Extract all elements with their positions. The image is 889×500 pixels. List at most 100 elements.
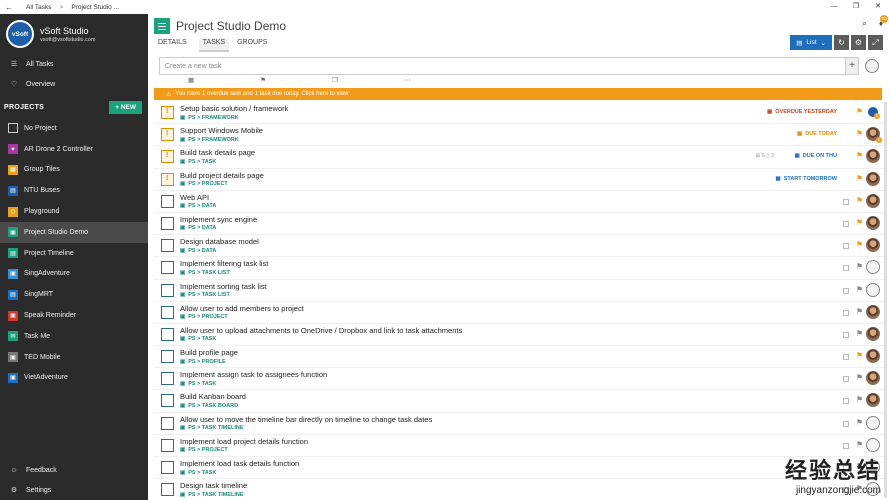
task-row[interactable]: Design database model ▣ PS > DATA ⚑ [154,235,884,258]
flag-icon[interactable]: ⚑ [856,218,863,227]
task-row[interactable]: Allow user to add members to project ▣ PS … [154,302,884,324]
assignee-avatar[interactable] [866,238,880,253]
project-item[interactable]: ▣ SingAdventure [0,264,148,285]
flag-icon[interactable]: ⚑ [856,373,863,382]
hamburger-menu-icon[interactable] [154,18,170,34]
task-row[interactable]: Design task timeline ▣ PS > TASK TIMELINE ⚑ [154,479,884,500]
task-row[interactable]: Implement sorting task list ▣ PS > TASK LI… [154,280,884,302]
assignee-avatar[interactable] [866,349,880,364]
assignee-avatar[interactable] [866,437,880,452]
task-checkbox[interactable] [161,461,174,474]
calendar-icon[interactable] [843,442,849,449]
task-checkbox[interactable] [161,283,174,297]
back-button[interactable]: ← [0,3,18,12]
tab-groups[interactable]: GROUPS [237,38,271,52]
task-row[interactable]: Build Kanban board ▣ PS > TASK BOARD ⚑ [154,390,884,413]
calendar-icon[interactable] [843,354,849,361]
flag-icon[interactable]: ⚑ [856,351,863,360]
calendar-icon[interactable] [843,309,849,316]
project-item[interactable]: ✉ Task Me [0,326,148,347]
project-item[interactable]: ▣ VietAdventure [0,368,148,389]
new-project-button[interactable]: + NEW [109,100,142,114]
flag-icon[interactable]: ⚑ [856,240,863,249]
assignee-avatar[interactable] [866,326,880,341]
close-button[interactable]: ✕ [867,0,889,14]
project-item[interactable]: ▤ NTU Buses [0,180,148,201]
task-checkbox[interactable] [161,150,174,164]
flag-icon[interactable]: ⚑ [856,151,863,160]
add-task-button[interactable]: + [845,57,859,75]
task-checkbox[interactable] [161,239,174,253]
project-item[interactable]: ▣ Speak Reminder [0,305,148,326]
flag-icon[interactable]: ⚑ [856,196,863,205]
task-row[interactable]: Implement filtering task list ▣ PS > TASK … [154,257,884,280]
task-row[interactable]: Implement sync engine ▣ PS > DATA ⚑ [154,213,884,236]
bell-icon[interactable]: ♦ 20 [879,15,888,29]
task-checkbox[interactable] [161,372,174,386]
breadcrumb-all-tasks[interactable]: All Tasks [26,4,52,11]
calendar-icon[interactable] [843,265,849,272]
project-item[interactable]: ▤ SingMRT [0,284,148,305]
sidebar-item-all-tasks[interactable]: ☰ All Tasks [0,54,148,74]
flag-icon[interactable]: ⚑ [856,129,863,138]
calendar-icon[interactable] [843,287,849,294]
task-checkbox[interactable] [161,350,174,364]
task-checkbox[interactable] [161,394,174,408]
flag-icon[interactable]: ⚑ [856,418,863,427]
more-options-icon[interactable]: ⋯ [404,76,411,85]
task-row[interactable]: Implement load project details function ▣… [154,435,884,457]
assignee-avatar[interactable] [866,260,880,275]
task-row[interactable]: Build task details page▣PS > TASK ⊞ 6 ▯ 3… [154,146,884,169]
task-checkbox[interactable] [161,416,174,430]
project-item[interactable]: ✦ AR Drone 2 Controller [0,139,148,160]
flag-icon[interactable]: ⚑ [856,440,863,449]
task-row[interactable]: Implement load task details function ▣ PS … [154,457,884,480]
calendar-icon[interactable] [843,398,849,405]
due-date-picker-icon[interactable]: ▦ [188,76,194,85]
task-checkbox[interactable] [161,305,174,319]
assignee-avatar[interactable] [866,149,880,164]
task-row[interactable]: Allow user to move the timeline bar dire… [154,413,884,435]
assignee-avatar[interactable] [866,171,880,186]
project-item[interactable]: ▣ TED Mobile [0,347,148,368]
flag-icon[interactable]: ⚑ [856,285,863,294]
refresh-button[interactable]: ↻ [834,35,849,50]
sidebar-item-overview[interactable]: ♡ Overview [0,74,148,94]
project-item[interactable]: ▣ Project Studio Demo [0,221,148,243]
task-row[interactable]: Build project details page▣PS > PROJECT ▦… [154,169,884,191]
maximize-button[interactable]: ❐ [845,0,867,14]
search-icon[interactable]: ⌕ [862,18,867,29]
flag-icon[interactable]: ⚑ [856,107,863,116]
calendar-icon[interactable] [843,243,849,250]
minimize-button[interactable]: — [823,0,845,14]
assignee-avatar[interactable] [866,282,880,297]
account-header[interactable]: vSoft vSoft Studio vsoft@vsoftstudio.com [0,14,148,54]
view-mode-dropdown[interactable]: ▤ List ⌄ [790,35,832,50]
calendar-icon[interactable] [843,376,849,383]
assignee-avatar[interactable]: 1 [866,105,880,119]
assignee-avatar[interactable] [866,304,880,319]
settings-button[interactable]: ⚙ [851,35,866,50]
project-item[interactable]: No Project [0,118,148,139]
calendar-icon[interactable] [843,420,849,427]
overdue-warning-banner[interactable]: ⚠ You have 1 overdue task and 1 task due… [154,88,882,100]
priority-flag-icon[interactable]: ⚑ [260,76,266,85]
task-row[interactable]: Allow user to upload attachments to OneD… [154,324,884,347]
flag-icon[interactable]: ⚑ [856,262,863,271]
task-row[interactable]: Implement assign task to assignees funct… [154,368,884,391]
assignee-avatar[interactable]: 1 [866,127,882,144]
task-checkbox[interactable] [161,194,174,208]
project-item[interactable]: ◇ Playground [0,201,148,222]
sidebar-item-settings[interactable]: ⚙ Settings [0,480,148,500]
task-checkbox[interactable] [161,483,174,497]
task-checkbox[interactable] [161,106,174,119]
flag-icon[interactable]: ⚑ [856,395,863,404]
assignee-avatar[interactable] [866,371,880,386]
task-checkbox[interactable] [161,261,174,275]
task-row[interactable]: Build profile page ▣ PS > PROFILE ⚑ [154,346,884,369]
task-row[interactable]: Support Windows Mobile▣PS > FRAMEWORK ▦DU… [154,124,884,147]
sidebar-item-feedback[interactable]: ☺ Feedback [0,460,148,480]
task-checkbox[interactable] [161,438,174,452]
task-checkbox[interactable] [161,216,174,230]
tab-tasks[interactable]: TASKS [198,38,230,52]
